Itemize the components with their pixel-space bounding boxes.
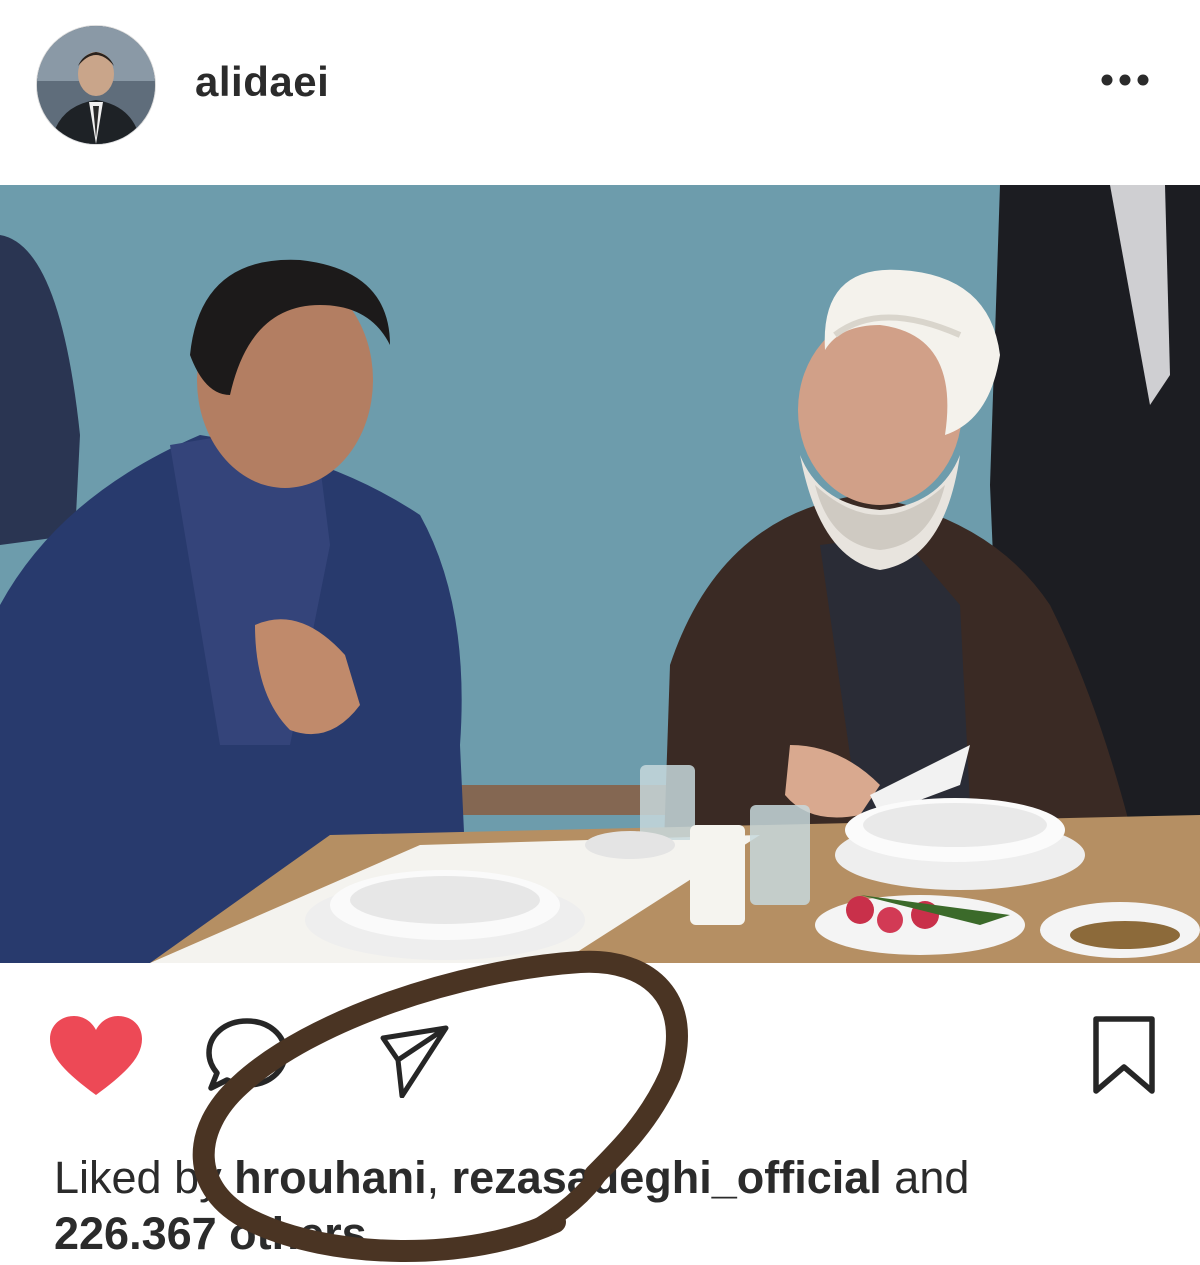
heart-icon[interactable] xyxy=(48,1015,144,1102)
post-header: alidaei xyxy=(0,0,1200,185)
paper-plane-icon[interactable] xyxy=(380,1018,450,1103)
instagram-post: alidaei Liked by hrouhani, rezasadeghi_o… xyxy=(0,0,1200,1265)
likes-count[interactable]: 226.367 xyxy=(54,1208,217,1259)
post-image xyxy=(0,185,1200,963)
bookmark-icon[interactable] xyxy=(1090,1015,1160,1100)
username[interactable]: alidaei xyxy=(195,58,329,106)
avatar-photo xyxy=(37,26,155,144)
more-options-icon[interactable] xyxy=(1095,68,1155,92)
liker-username-2[interactable]: rezasadeghi_official xyxy=(452,1152,882,1203)
liker-username-1[interactable]: hrouhani xyxy=(234,1152,426,1203)
comment-bubble-icon[interactable] xyxy=(203,1015,293,1100)
action-bar xyxy=(0,1000,1200,1110)
post-photo[interactable] xyxy=(0,185,1200,963)
likes-separator: , xyxy=(426,1152,452,1203)
likes-summary: Liked by hrouhani, rezasadeghi_official … xyxy=(54,1150,1174,1262)
likes-prefix: Liked by xyxy=(54,1152,235,1203)
likes-others[interactable]: others xyxy=(217,1208,367,1259)
likes-conjunction: and xyxy=(881,1152,970,1203)
avatar[interactable] xyxy=(36,25,156,145)
